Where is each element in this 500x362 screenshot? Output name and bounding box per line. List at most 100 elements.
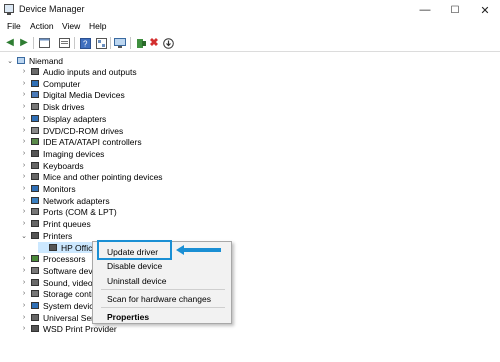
expand-arrow-icon[interactable]: › [20, 185, 28, 192]
menu-bar: File Action View Help [0, 20, 500, 34]
disk-icon [31, 103, 39, 110]
tree-category[interactable]: › Imaging devices [20, 148, 105, 159]
tree-root-label: Niemand [29, 55, 64, 66]
update-icon[interactable] [58, 37, 70, 49]
expand-arrow-icon[interactable]: › [20, 290, 28, 297]
tree-item-label: Audio inputs and outputs [43, 66, 137, 77]
tree-category[interactable]: › WSD Print Provider [20, 323, 117, 334]
tree-category[interactable]: › Display adapters [20, 113, 106, 124]
expand-arrow-icon[interactable]: › [20, 127, 28, 134]
tree-category[interactable]: › Storage contr [20, 288, 94, 299]
monitor-icon[interactable] [114, 37, 126, 49]
expand-arrow-icon[interactable]: › [20, 220, 28, 227]
menu-file[interactable]: File [7, 21, 21, 31]
window-title: Device Manager [19, 4, 85, 14]
collapse-arrow-icon[interactable]: ⌄ [20, 232, 28, 240]
tree-item-label: Printers [43, 230, 73, 241]
printer-icon [49, 244, 57, 251]
expand-arrow-icon[interactable]: › [20, 91, 28, 98]
tree-category[interactable]: › Network adapters [20, 195, 110, 206]
software-icon [31, 267, 39, 274]
tree-item-label: Display adapters [43, 113, 107, 124]
menu-action[interactable]: Action [30, 21, 54, 31]
tree-item-label: Software dev [43, 265, 93, 276]
help-icon[interactable]: ? [79, 37, 91, 49]
tree-category[interactable]: › Print queues [20, 218, 91, 229]
expand-arrow-icon[interactable]: › [20, 138, 28, 145]
tree-root[interactable]: ⌄ Niemand [6, 55, 63, 66]
tree-category[interactable]: › Computer [20, 78, 81, 89]
tree-category[interactable]: › DVD/CD-ROM drives [20, 125, 123, 136]
tree-item-label: HP Offic [61, 242, 93, 253]
toolbar-separator [110, 37, 111, 49]
forward-icon[interactable]: ▶ [18, 37, 30, 49]
tree-category[interactable]: › IDE ATA/ATAPI controllers [20, 136, 142, 147]
expand-arrow-icon[interactable]: › [20, 314, 28, 321]
expand-arrow-icon[interactable]: › [20, 279, 28, 286]
context-item-scan-hardware[interactable]: Scan for hardware changes [107, 294, 211, 304]
expand-arrow-icon[interactable]: › [20, 208, 28, 215]
tree-category[interactable]: › Universal Ser [20, 312, 94, 323]
properties-icon[interactable] [38, 37, 50, 49]
maximize-button[interactable]: ☐ [440, 0, 470, 20]
processor-icon [31, 255, 39, 262]
ide-icon [31, 138, 39, 145]
title-bar: Device Manager — ☐ ✕ [0, 0, 500, 20]
tree-category[interactable]: › Mice and other pointing devices [20, 171, 163, 182]
tree-category[interactable]: › Digital Media Devices [20, 89, 125, 100]
tree-category[interactable]: › Audio inputs and outputs [20, 66, 137, 77]
tree-item-label: Universal Ser [43, 312, 95, 323]
add-driver-icon[interactable] [135, 37, 147, 49]
tree-category[interactable]: ⌄ Printers [20, 230, 72, 241]
download-icon[interactable] [162, 37, 174, 49]
collapse-arrow-icon[interactable]: ⌄ [6, 57, 14, 65]
tree-category[interactable]: › System devic [20, 300, 94, 311]
expand-arrow-icon[interactable]: › [20, 302, 28, 309]
tree-item-label: Storage contr [43, 288, 95, 299]
expand-arrow-icon[interactable]: › [20, 197, 28, 204]
expand-arrow-icon[interactable]: › [20, 115, 28, 122]
expand-arrow-icon[interactable]: › [20, 103, 28, 110]
menu-view[interactable]: View [62, 21, 80, 31]
show-hidden-icon[interactable] [95, 37, 107, 49]
context-item-disable-device[interactable]: Disable device [107, 261, 162, 271]
tree-item-label: WSD Print Provider [43, 323, 117, 334]
tree-category[interactable]: › Sound, video [20, 277, 93, 288]
expand-arrow-icon[interactable]: › [20, 325, 28, 332]
expand-arrow-icon[interactable]: › [20, 162, 28, 169]
toolbar-separator [74, 37, 75, 49]
port-icon [31, 208, 39, 215]
expand-arrow-icon[interactable]: › [20, 173, 28, 180]
expand-arrow-icon[interactable]: › [20, 68, 28, 75]
tree-item-label: Monitors [43, 183, 76, 194]
expand-arrow-icon[interactable]: › [20, 150, 28, 157]
tree-item-label: System devic [43, 300, 94, 311]
tree-item-label: Network adapters [43, 195, 110, 206]
keyboard-icon [31, 162, 39, 169]
menu-help[interactable]: Help [89, 21, 106, 31]
tree-device-item[interactable]: HP Offic [38, 242, 97, 253]
monitor-icon [31, 185, 39, 192]
close-button[interactable]: ✕ [470, 0, 500, 20]
tree-category[interactable]: › Monitors [20, 183, 76, 194]
expand-arrow-icon[interactable]: › [20, 80, 28, 87]
tree-item-label: Computer [43, 78, 81, 89]
minimize-button[interactable]: — [410, 0, 440, 20]
uninstall-icon[interactable]: ✖ [148, 37, 160, 49]
tree-category[interactable]: › Keyboards [20, 160, 84, 171]
tree-category[interactable]: › Processors [20, 253, 86, 264]
tree-item-label: Digital Media Devices [43, 89, 125, 100]
tree-category[interactable]: › Ports (COM & LPT) [20, 206, 117, 217]
context-item-uninstall-device[interactable]: Uninstall device [107, 276, 167, 286]
system-icon [31, 302, 39, 309]
expand-arrow-icon[interactable]: › [20, 255, 28, 262]
context-item-properties[interactable]: Properties [107, 312, 149, 322]
toolbar: ◀ ▶ ? ✖ [0, 34, 500, 52]
expand-arrow-icon[interactable]: › [20, 267, 28, 274]
tree-item-label: Print queues [43, 218, 91, 229]
tree-category[interactable]: › Disk drives [20, 101, 85, 112]
back-icon[interactable]: ◀ [4, 37, 16, 49]
tree-category[interactable]: › Software dev [20, 265, 93, 276]
camera-icon [31, 150, 39, 157]
tree-item-label: Processors [43, 253, 86, 264]
